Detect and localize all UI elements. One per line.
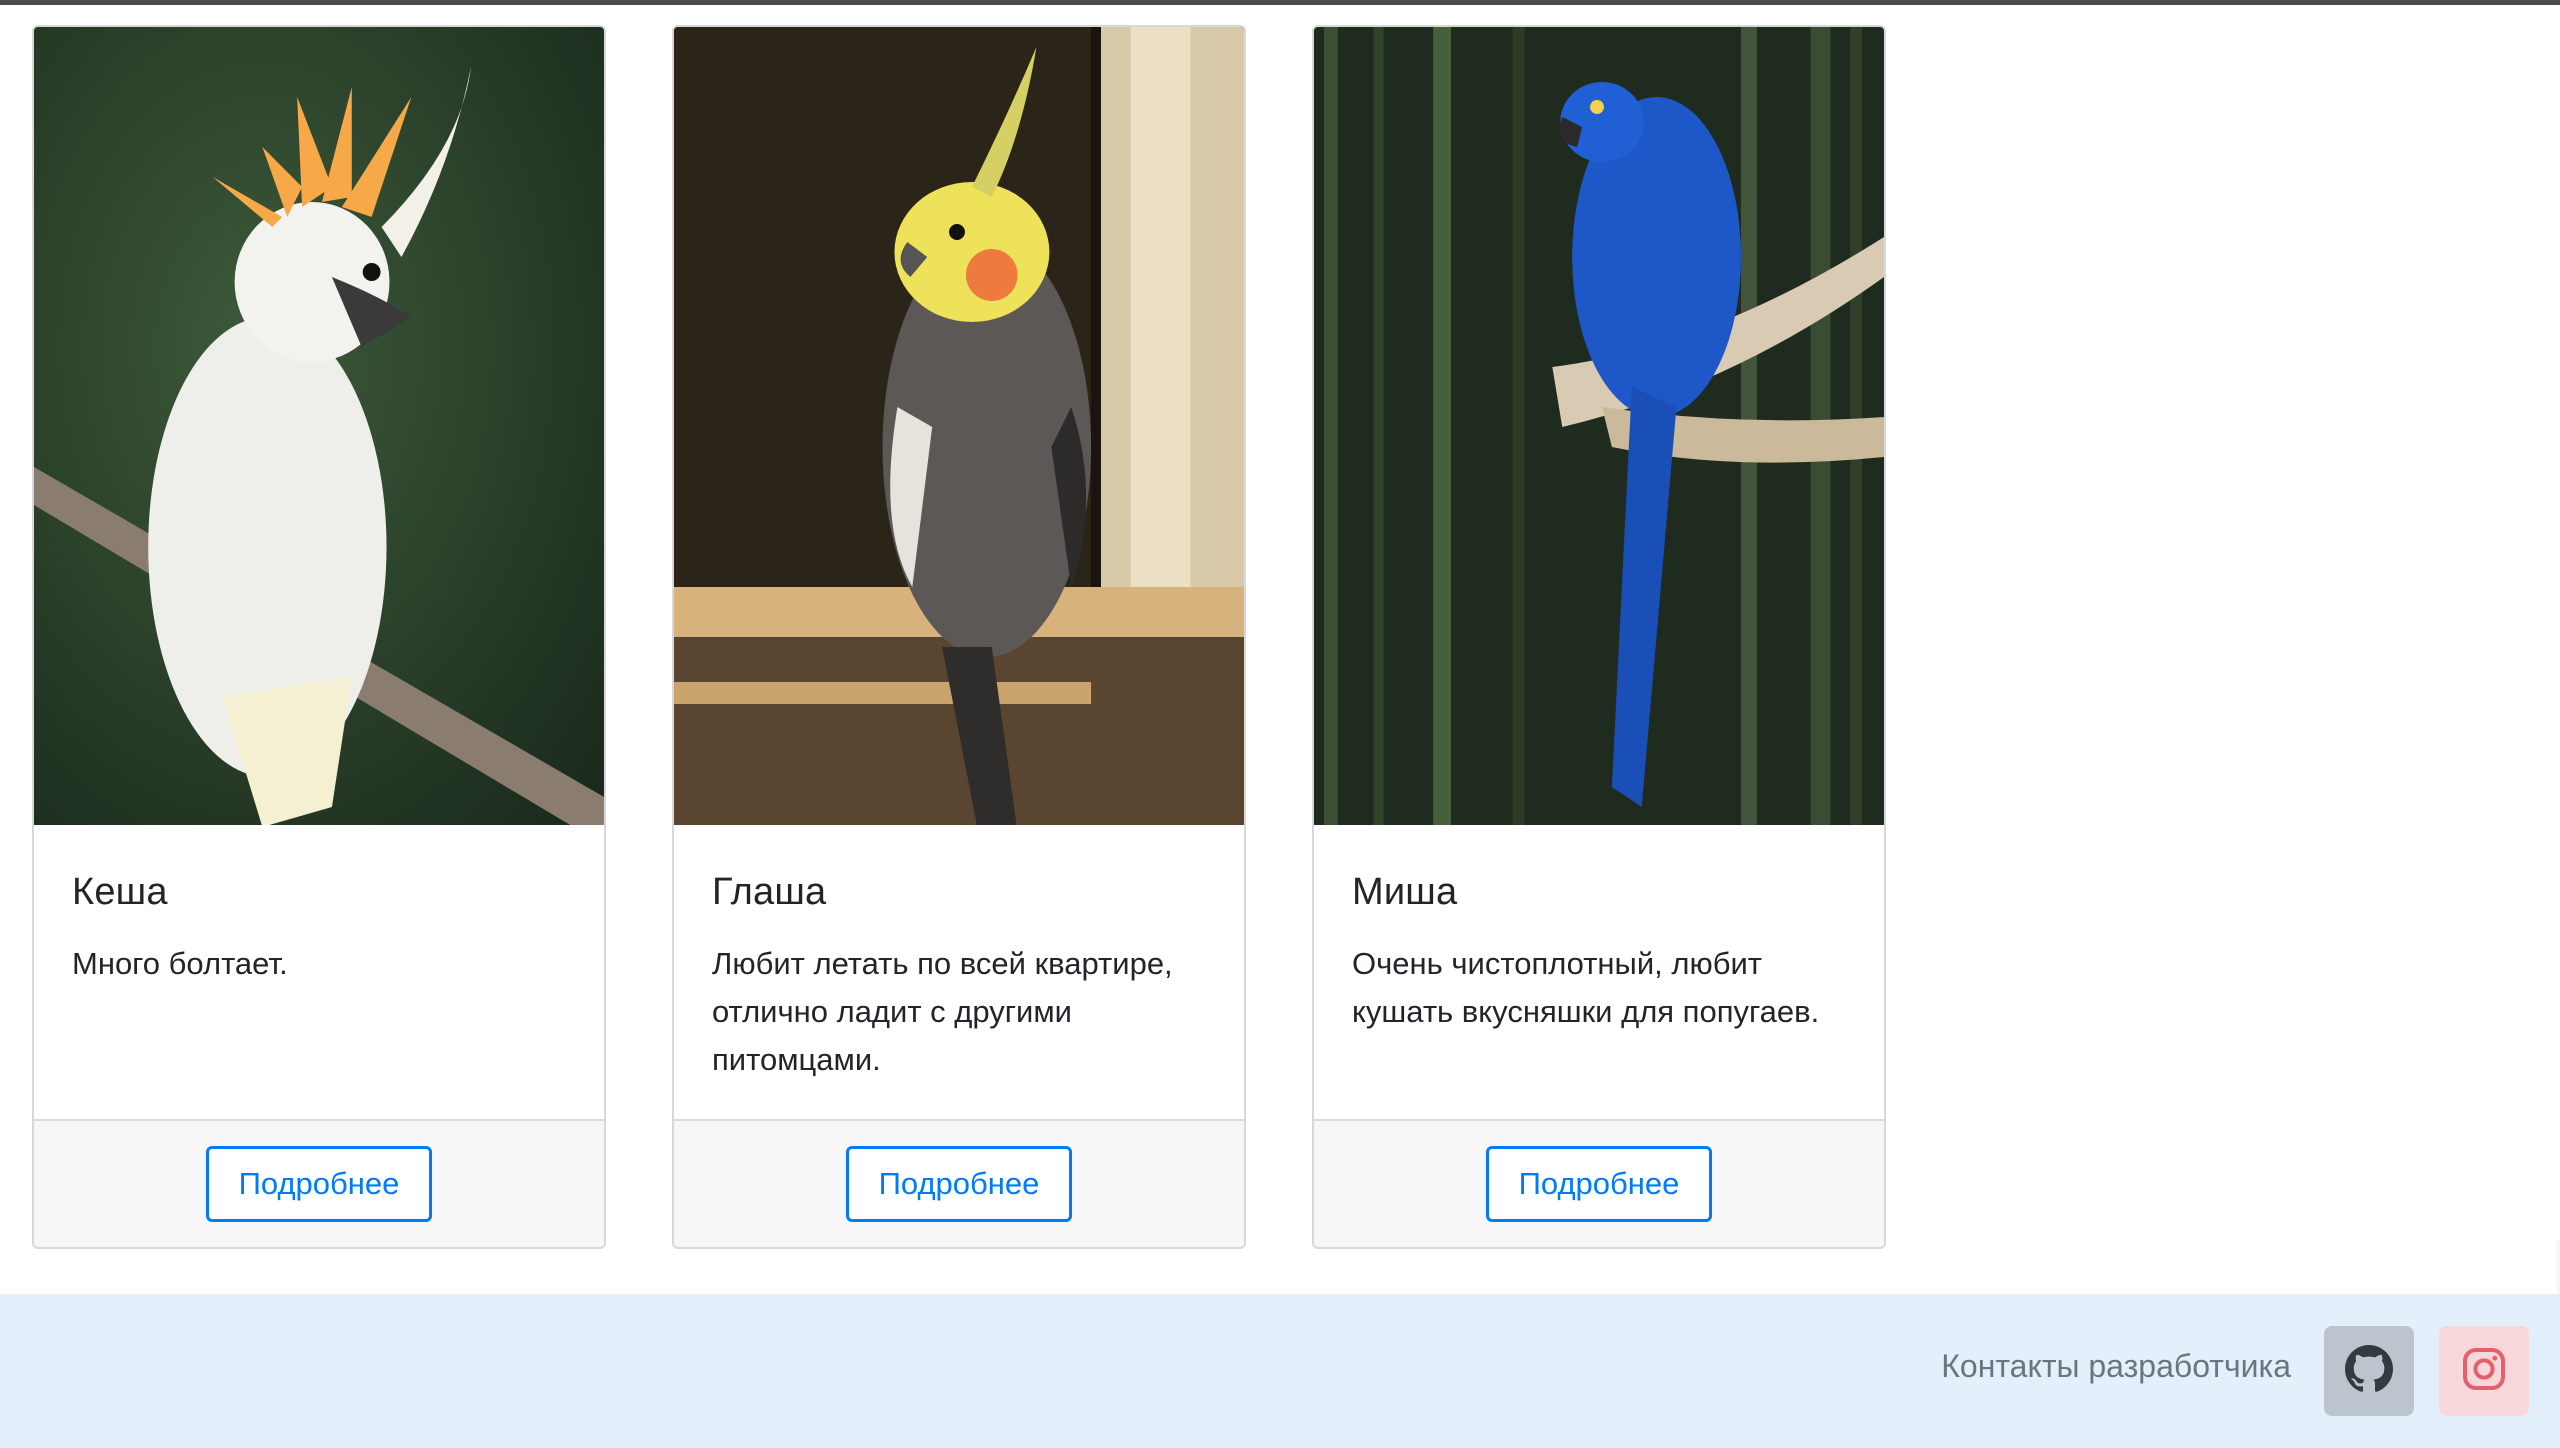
card-body: Кеша Много болтает. bbox=[34, 825, 604, 1119]
card-title: Кеша bbox=[72, 871, 168, 913]
parrot-card: Глаша Любит летать по всей квартире, отл… bbox=[672, 25, 1246, 1249]
parrot-photo-macaw bbox=[1314, 27, 1884, 825]
card-title: Миша bbox=[1352, 871, 1458, 913]
github-link[interactable] bbox=[2324, 1326, 2414, 1416]
parrot-photo-cockatoo bbox=[34, 27, 604, 825]
page-footer: Контакты разработчика bbox=[0, 1294, 2560, 1448]
details-button[interactable]: Подробнее bbox=[1486, 1146, 1712, 1222]
top-border bbox=[0, 0, 2560, 5]
card-title: Глаша bbox=[712, 871, 827, 913]
github-icon bbox=[2345, 1344, 2393, 1398]
parrot-photo-cockatiel bbox=[674, 27, 1244, 825]
card-footer: Подробнее bbox=[1314, 1119, 1884, 1247]
instagram-icon bbox=[2460, 1345, 2508, 1398]
card-body: Глаша Любит летать по всей квартире, отл… bbox=[674, 825, 1244, 1119]
details-button[interactable]: Подробнее bbox=[206, 1146, 432, 1222]
edge-shadow bbox=[2554, 1240, 2560, 1300]
card-description: Любит летать по всей квартире, отлично л… bbox=[712, 946, 1173, 1077]
card-description: Много болтает. bbox=[72, 946, 288, 981]
details-button[interactable]: Подробнее bbox=[846, 1146, 1072, 1222]
parrot-card: Кеша Много болтает. Подробнее bbox=[32, 25, 606, 1249]
card-description: Очень чистоплотный, любит кушать вкусняш… bbox=[1352, 946, 1820, 1029]
parrot-card: Миша Очень чистоплотный, любит кушать вк… bbox=[1312, 25, 1886, 1249]
card-footer: Подробнее bbox=[674, 1119, 1244, 1247]
card-body: Миша Очень чистоплотный, любит кушать вк… bbox=[1314, 825, 1884, 1119]
card-footer: Подробнее bbox=[34, 1119, 604, 1247]
parrot-cards: Кеша Много болтает. Подробнее Глаша Люби… bbox=[32, 25, 1886, 1249]
instagram-link[interactable] bbox=[2439, 1326, 2529, 1416]
contacts-label: Контакты разработчика bbox=[1941, 1348, 2291, 1384]
